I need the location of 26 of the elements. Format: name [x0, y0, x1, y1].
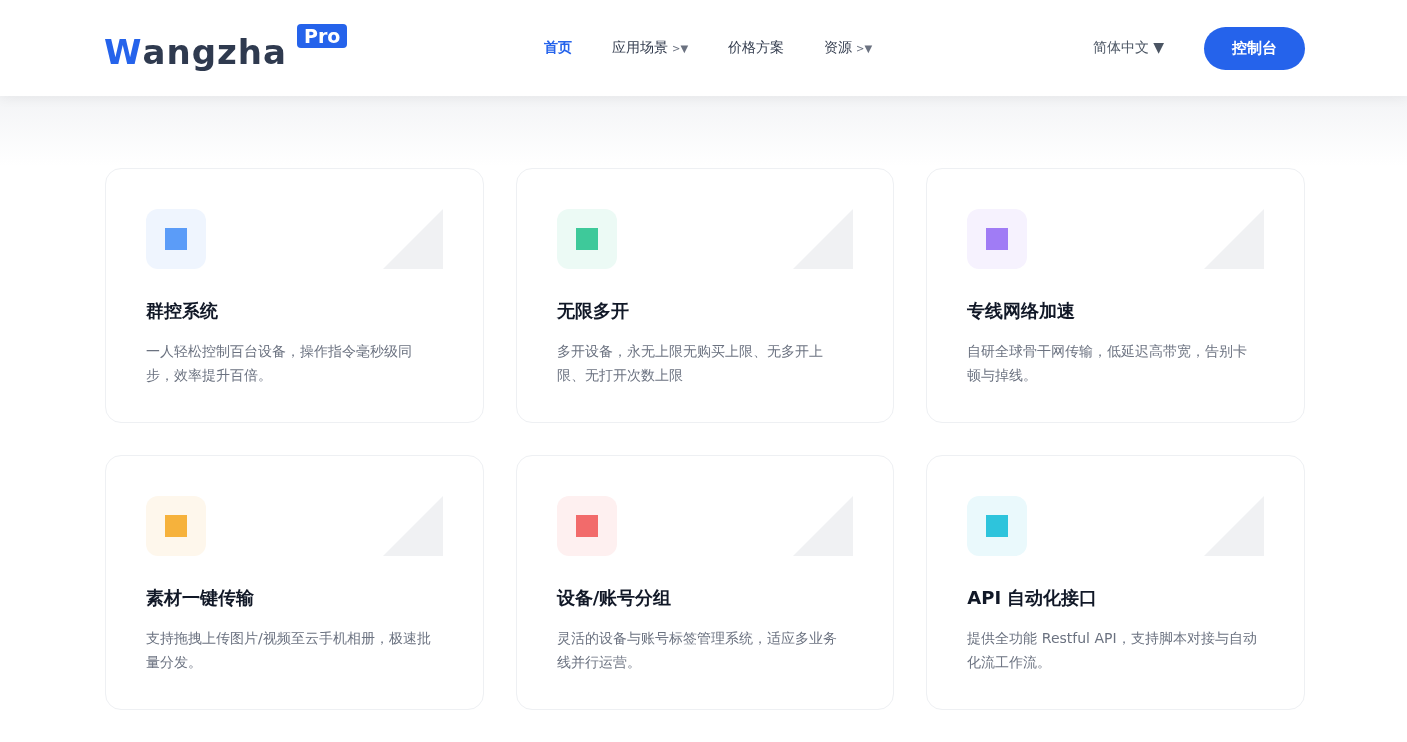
feature-title: 无限多开 — [556, 299, 630, 323]
nav-link[interactable]: 应用场景 >▼ — [612, 39, 689, 57]
console-button[interactable]: 控制台 — [1204, 26, 1305, 70]
feature-title: 素材一键传输 — [146, 586, 255, 610]
feature-title: 专线网络加速 — [967, 299, 1077, 323]
feature-description: 提供全功能 Restful API，支持脚本对接与自动化流工作流。 — [967, 629, 1258, 672]
feature-description: 灵活的设备与账号标签管理系统，适应多业务线并行运营。 — [556, 629, 838, 672]
feature-icon — [967, 496, 1028, 556]
feature-title: 群控系统 — [146, 299, 219, 323]
nav-link[interactable]: 首页 — [544, 39, 572, 57]
feature-description: 支持拖拽上传图片/视频至云手机相册，极速批量分发。 — [146, 629, 432, 672]
nav-link[interactable]: 资源 >▼ — [824, 39, 873, 57]
feature-icon — [556, 209, 617, 269]
nav-link[interactable]: 价格方案 — [728, 39, 785, 57]
feature-title: API 自动化接口 — [967, 586, 1099, 610]
feature-icon — [146, 496, 206, 556]
feature-icon — [967, 209, 1028, 269]
feature-title: 设备/账号分组 — [556, 586, 673, 610]
logo-wordmark: Wangzha — [104, 32, 287, 72]
feature-description: 多开设备，永无上限无购买上限、无多开上限、无打开次数上限 — [556, 342, 824, 385]
language-selector[interactable]: 简体中文 ▼ — [1086, 38, 1170, 58]
feature-description: 自研全球骨干网传输，低延迟高带宽，告别卡顿与掉线。 — [967, 342, 1249, 385]
feature-icon — [146, 209, 206, 269]
feature-description: 一人轻松控制百台设备，操作指令毫秒级同步，效率提升百倍。 — [146, 342, 413, 385]
pro-badge: Pro — [296, 24, 348, 48]
feature-icon — [556, 496, 617, 556]
